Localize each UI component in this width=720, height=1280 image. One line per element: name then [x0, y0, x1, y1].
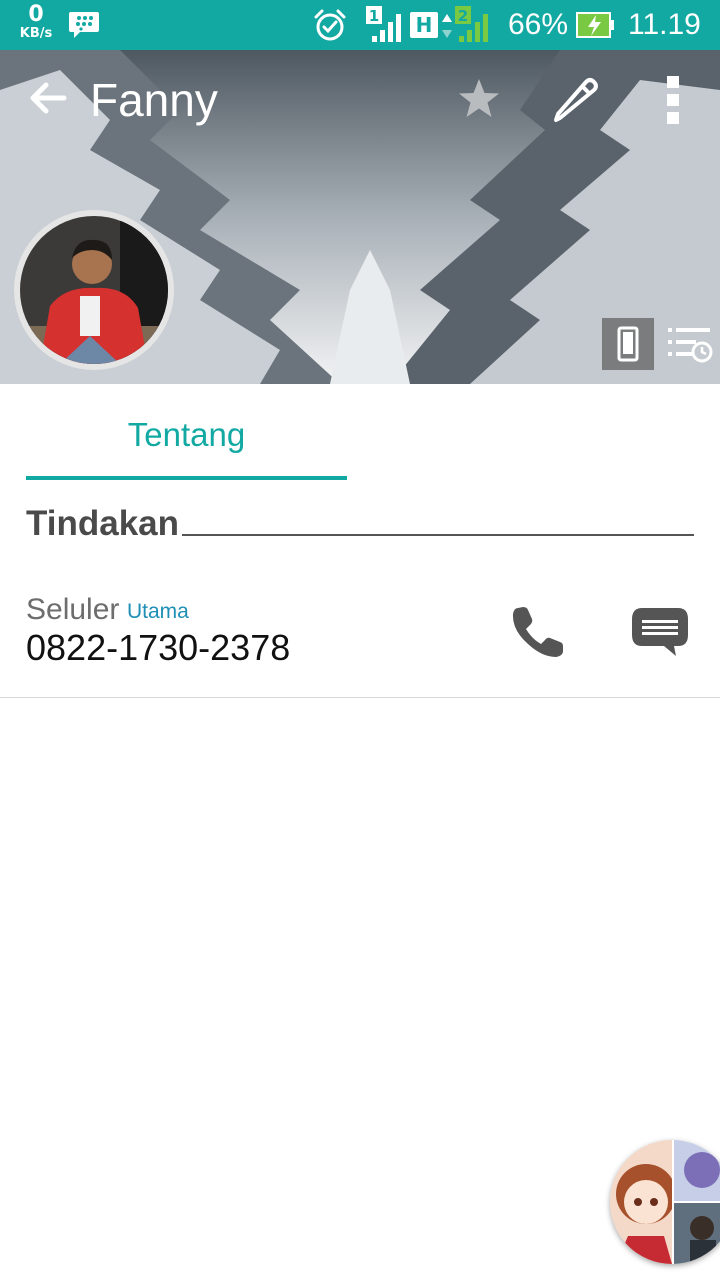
more-vert-icon[interactable]	[660, 74, 686, 126]
network-speed: 0 KB/s	[14, 4, 58, 42]
tab-active-indicator	[26, 476, 347, 480]
network-speed-unit: KB/s	[19, 26, 53, 41]
signal-sim2: 2	[455, 6, 495, 44]
battery-charging-icon	[576, 12, 614, 38]
phone-number: 0822-1730-2378	[26, 627, 291, 668]
phone-call-icon[interactable]	[508, 602, 568, 662]
phone-number-row[interactable]: Seluler Utama 0822-1730-2378	[0, 570, 720, 698]
device-toggle-button[interactable]	[602, 318, 654, 370]
bbm-icon	[69, 12, 99, 38]
phone-primary-tag: Utama	[127, 600, 189, 623]
avatar-photo	[20, 216, 168, 364]
signal-icon: 1	[366, 6, 401, 42]
battery-percent: 66%	[508, 8, 569, 41]
edit-pencil-icon[interactable]	[550, 74, 602, 124]
star-icon[interactable]	[456, 76, 502, 122]
signal-sim1: 1	[366, 6, 404, 44]
contact-name: Fanny	[90, 74, 218, 126]
chat-head-avatars	[610, 1140, 720, 1264]
section-title-actions: Tindakan	[26, 504, 180, 543]
sim1-label: 1	[369, 7, 379, 25]
tab-about[interactable]: Tentang	[26, 386, 347, 480]
back-arrow-icon[interactable]	[26, 76, 70, 120]
floating-chat-bubble[interactable]	[610, 1140, 720, 1264]
call-history-icon[interactable]	[664, 322, 716, 366]
tab-about-label: Tentang	[127, 416, 246, 453]
network-speed-value: 0	[28, 2, 44, 27]
message-icon[interactable]	[628, 602, 692, 662]
status-bar: 0 KB/s 1 H 2 66% 11.19	[0, 0, 720, 50]
phone-type-label: Seluler	[26, 593, 120, 626]
sim2-label: 2	[458, 7, 468, 25]
network-type: H	[410, 12, 438, 38]
contact-avatar[interactable]	[14, 210, 174, 370]
data-activity-icon	[442, 14, 452, 38]
alarm-icon	[314, 9, 346, 41]
phone-device-icon	[617, 326, 639, 362]
signal-icon: 2	[455, 6, 488, 42]
section-divider	[182, 534, 694, 536]
clock: 11.19	[628, 8, 701, 41]
contact-header: Fanny	[0, 50, 720, 384]
